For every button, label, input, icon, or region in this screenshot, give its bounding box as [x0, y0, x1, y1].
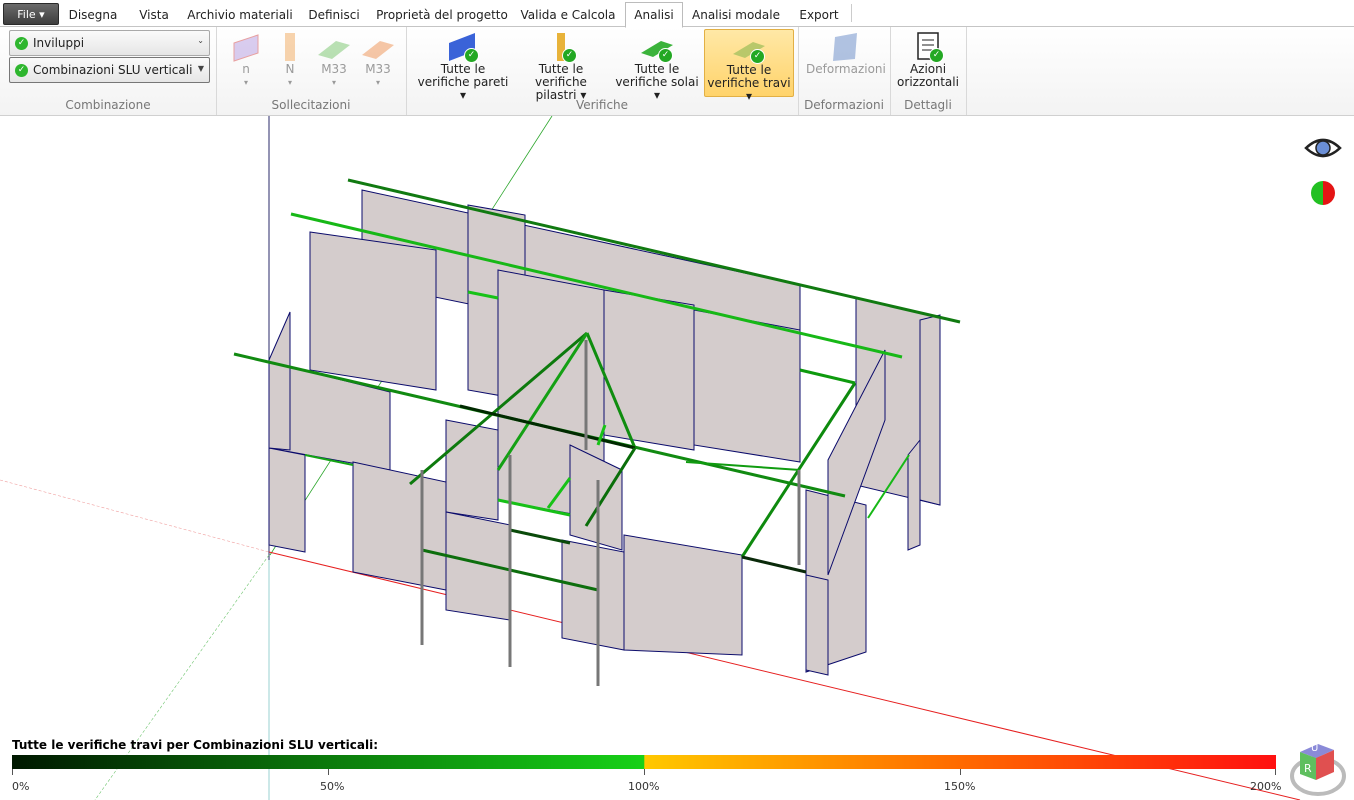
group-dettagli: ✓ Azioni orizzontali Dettagli — [890, 27, 967, 115]
combo-inviluppi[interactable]: ✓ Inviluppi ⌄ — [9, 30, 210, 56]
slab-check-icon: ✓ — [639, 31, 675, 63]
button-verifiche-solai[interactable]: ✓ Tutte le verifiche solai ▾ — [612, 29, 702, 102]
walls-group — [268, 189, 941, 676]
tab-analisi-modale[interactable]: Analisi modale — [689, 4, 783, 26]
tab-definisci[interactable]: Definisci — [304, 4, 364, 26]
tab-export[interactable]: Export — [791, 4, 847, 26]
beam — [685, 461, 801, 471]
3d-viewport[interactable] — [0, 116, 1354, 800]
combo-inviluppi-value: Inviluppi — [33, 36, 85, 50]
file-menu-button[interactable]: File ▾ — [3, 3, 59, 25]
group-label-deformazioni: Deformazioni — [804, 98, 884, 112]
check-icon: ✓ — [15, 36, 28, 50]
beam — [741, 555, 807, 574]
m33-diagram-icon-2 — [360, 31, 396, 63]
wall-front-b — [445, 419, 499, 521]
wall-center-3 — [693, 309, 801, 463]
beam — [799, 368, 856, 385]
button-azioni-orizzontali[interactable]: ✓ Azioni orizzontali — [896, 29, 960, 95]
legend-tick-150: 150% — [944, 780, 976, 793]
legend-tick-200: 200% — [1250, 780, 1282, 793]
combo-combinazioni[interactable]: ✓ Combinazioni SLU verticali ▼ — [9, 57, 210, 83]
n-diagram-icon — [228, 31, 264, 63]
tab-archivio-materiali[interactable]: Archivio materiali — [186, 4, 294, 26]
deformation-icon — [827, 31, 863, 63]
legend-tickmark — [644, 769, 645, 775]
group-label-verifiche: Verifiche — [575, 98, 629, 112]
wall-diag-left — [268, 311, 291, 451]
nav-cube-top-label: U — [1311, 743, 1319, 754]
ribbon-panel: ✓ Inviluppi ⌄ ✓ Combinazioni SLU vertica… — [0, 27, 1354, 116]
tab-disegna[interactable]: Disegna — [64, 4, 122, 26]
wall-left-back — [309, 231, 437, 391]
color-toggle-icon[interactable] — [1310, 180, 1336, 206]
group-label-dettagli: Dettagli — [904, 98, 952, 112]
tab-valida-calcola[interactable]: Valida e Calcola — [518, 4, 618, 26]
caret-down-icon: ▼ — [197, 64, 204, 73]
chevron-down-icon: ⌄ — [197, 36, 204, 45]
combo-combinazioni-value: Combinazioni SLU verticali — [33, 63, 193, 77]
legend-tickmark — [328, 769, 329, 775]
group-verifiche: ✓ Tutte le verifiche pareti ▾ ✓ Tutte le… — [406, 27, 799, 115]
axis-x-dashed-line — [0, 479, 270, 553]
tab-separator — [851, 4, 852, 22]
wall-diag-center — [569, 444, 623, 551]
group-label-combinazione: Combinazione — [65, 98, 151, 112]
legend-tickmark — [960, 769, 961, 775]
nav-cube-front-label: R — [1304, 762, 1312, 775]
wall-front-d — [561, 539, 625, 651]
button-n[interactable]: n ▾ — [226, 29, 266, 95]
button-M33-a[interactable]: M33 ▾ — [314, 29, 354, 95]
wall-left-front-2 — [268, 447, 306, 553]
wall-check-icon: ✓ — [445, 31, 481, 63]
group-combinazione: ✓ Inviluppi ⌄ ✓ Combinazioni SLU vertica… — [0, 27, 217, 115]
wall-right-end-2 — [907, 438, 921, 551]
legend-tickmark — [1275, 769, 1276, 775]
legend-tick-100: 100% — [628, 780, 660, 793]
wall-front-e — [623, 534, 743, 656]
visibility-eye-icon[interactable] — [1304, 134, 1342, 162]
ribbon-tab-bar: File ▾ Disegna Vista Archivio materiali … — [0, 0, 1354, 28]
N-diagram-icon — [272, 31, 308, 63]
group-sollecitazioni: n ▾ N ▾ M33 ▾ M33 ▾ Sollecitazioni — [216, 27, 407, 115]
legend-tick-50: 50% — [320, 780, 345, 793]
button-verifiche-travi[interactable]: ✓ Tutte le verifiche travi ▾ — [704, 29, 794, 103]
legend-color-scale — [12, 755, 1276, 769]
group-deformazioni: Deformazioni Deformazioni — [798, 27, 891, 115]
tab-proprieta-progetto[interactable]: Proprietà del progetto — [374, 4, 510, 26]
wall-right-end — [919, 314, 941, 506]
document-check-icon: ✓ — [910, 31, 946, 63]
legend-title: Tutte le verifiche travi per Combinazion… — [12, 738, 378, 752]
button-N[interactable]: N ▾ — [270, 29, 310, 95]
button-M33-b[interactable]: M33 ▾ — [358, 29, 398, 95]
beam — [509, 528, 571, 545]
nav-cube[interactable]: U R — [1288, 740, 1348, 798]
wall-center-2 — [603, 289, 695, 451]
tab-analisi[interactable]: Analisi — [625, 2, 683, 28]
m33-diagram-icon — [316, 31, 352, 63]
button-verifiche-pilastri[interactable]: ✓ Tutte le verifiche pilastri ▾ — [514, 29, 608, 102]
wall-front-a — [352, 461, 447, 591]
button-verifiche-pareti[interactable]: ✓ Tutte le verifiche pareti ▾ — [416, 29, 510, 102]
wall-front-c — [445, 511, 511, 621]
legend-tick-0: 0% — [12, 780, 30, 793]
wall-front-g — [805, 574, 829, 676]
button-deformazioni[interactable]: Deformazioni — [806, 29, 886, 95]
tab-vista[interactable]: Vista — [132, 4, 176, 26]
check-icon: ✓ — [15, 63, 28, 77]
group-label-sollecitazioni: Sollecitazioni — [271, 98, 351, 112]
legend-tickmark — [12, 769, 13, 775]
column-check-icon: ✓ — [543, 31, 579, 63]
beam-check-icon: ✓ — [731, 32, 767, 64]
